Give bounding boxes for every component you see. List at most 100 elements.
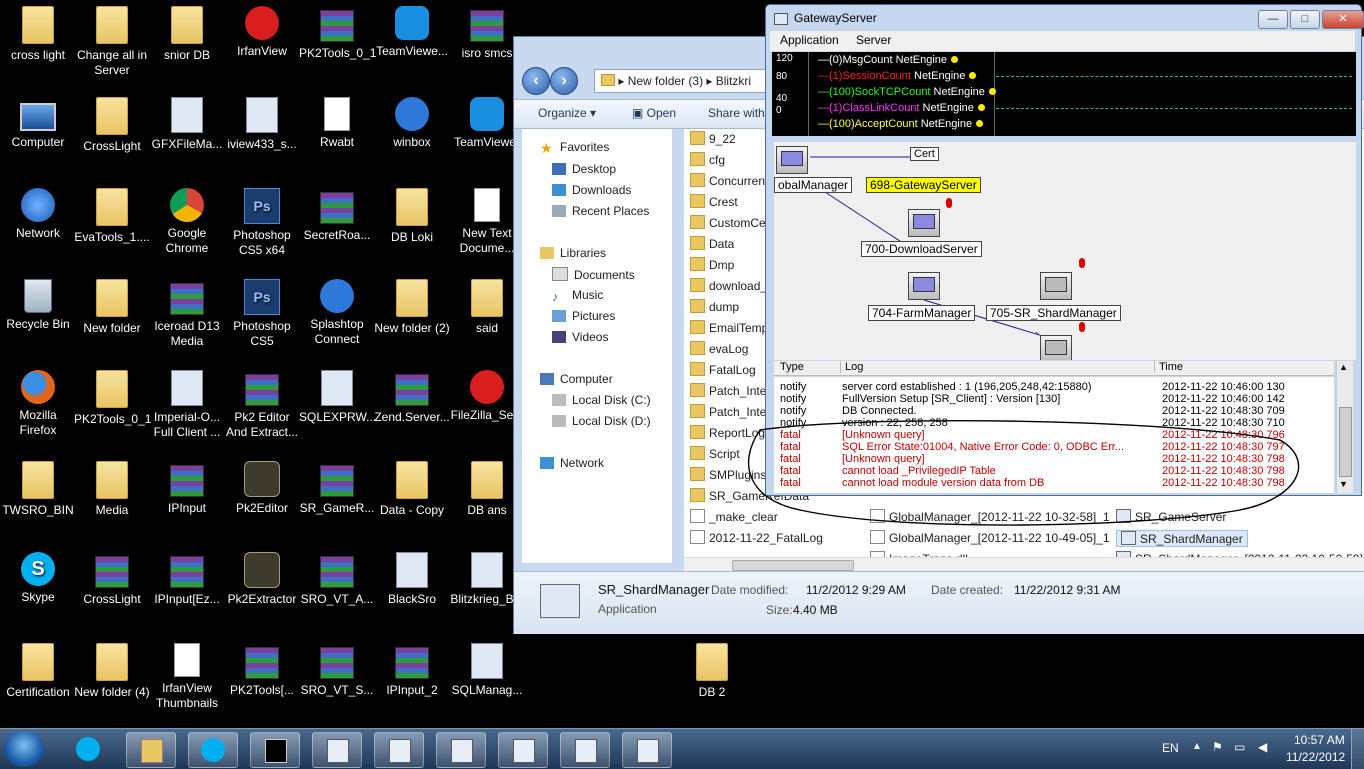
desktop-icon[interactable]: Pk2Editor	[224, 461, 300, 516]
desktop-icon[interactable]: TeamViewe...	[374, 6, 450, 59]
taskbar-button[interactable]	[622, 732, 672, 768]
nav-downloads[interactable]: Downloads	[552, 183, 631, 197]
back-button[interactable]: ‹	[522, 67, 550, 95]
language-indicator[interactable]: EN	[1162, 741, 1179, 755]
node-download-server[interactable]: 700-DownloadServer	[861, 241, 982, 257]
desktop-icon[interactable]: PK2Tools[...	[224, 643, 300, 698]
show-hidden-icons[interactable]: ▲	[1192, 741, 1202, 752]
nav-documents[interactable]: Documents	[552, 267, 635, 282]
desktop-icon[interactable]: IPInput[Ez...	[149, 552, 225, 607]
nav-pictures[interactable]: Pictures	[552, 309, 615, 323]
server-node-icon[interactable]	[1040, 335, 1072, 360]
column-type[interactable]: Type	[780, 361, 804, 373]
desktop-icon[interactable]: PK2Tools_0_1	[299, 6, 376, 61]
desktop-icon[interactable]: DB Loki	[374, 188, 450, 245]
desktop-icon[interactable]: Iceroad D13 Media	[149, 279, 225, 349]
column-log[interactable]: Log	[840, 361, 863, 373]
desktop-icon[interactable]: IPInput	[149, 461, 225, 516]
desktop-icon[interactable]: New folder (2)	[374, 279, 450, 336]
file-item[interactable]: cfg	[690, 152, 725, 167]
horizontal-scrollbar[interactable]	[684, 557, 1364, 572]
file-item[interactable]: Concurrent	[690, 173, 768, 188]
desktop-icon[interactable]: Mozilla Firefox	[0, 370, 76, 438]
nav-desktop[interactable]: Desktop	[552, 162, 616, 176]
vertical-scrollbar[interactable]: ▲ ▼	[1336, 361, 1353, 493]
scrollbar-thumb[interactable]	[1339, 407, 1352, 477]
taskbar-button[interactable]	[312, 732, 362, 768]
desktop-icon[interactable]: BlackSro	[374, 552, 450, 607]
desktop-icon[interactable]: S Skype	[0, 552, 76, 605]
file-item[interactable]: download_	[690, 278, 767, 293]
nav-favorites[interactable]: ★ Favorites	[540, 140, 609, 156]
desktop-icon[interactable]: Change all in Server	[74, 6, 150, 78]
desktop-icon[interactable]: Pk2 Editor And Extract...	[224, 370, 300, 440]
desktop-icon[interactable]: Media	[74, 461, 150, 518]
server-node-icon[interactable]	[776, 146, 808, 174]
column-time[interactable]: Time	[1154, 361, 1183, 373]
desktop-icon[interactable]: New folder	[74, 279, 150, 336]
menu-application[interactable]: Application	[780, 33, 839, 47]
desktop-icon[interactable]: IrfanView	[224, 6, 300, 59]
network-icon[interactable]: ▭	[1234, 740, 1245, 754]
desktop-icon[interactable]: IPInput_2	[374, 643, 450, 698]
log-row[interactable]: notify FullVersion Setup [SR_Client] : Ve…	[774, 393, 1334, 405]
taskbar-button[interactable]	[436, 732, 486, 768]
node-global-manager[interactable]: obalManager	[774, 177, 853, 193]
file-item[interactable]: FatalLog	[690, 362, 756, 377]
taskbar-button[interactable]	[498, 732, 548, 768]
forward-button[interactable]: ›	[550, 67, 578, 95]
nav-recent-places[interactable]: Recent Places	[552, 204, 649, 218]
desktop-icon[interactable]: Data - Copy	[374, 461, 450, 518]
file-item[interactable]: Dmp	[690, 257, 734, 272]
nav-local-disk-c[interactable]: Local Disk (C:)	[552, 393, 651, 407]
desktop-icon[interactable]: Splashtop Connect	[299, 279, 375, 347]
desktop-icon[interactable]: snior DB	[149, 6, 225, 63]
nav-local-disk-d[interactable]: Local Disk (D:)	[552, 414, 651, 428]
server-node-icon[interactable]	[1040, 272, 1072, 300]
desktop-icon[interactable]: CrossLight	[74, 97, 150, 154]
desktop-icon[interactable]: SQLManag...	[449, 643, 525, 698]
desktop-icon[interactable]: IrfanView Thumbnails	[149, 643, 225, 711]
file-item[interactable]: Data	[690, 236, 734, 251]
desktop-icon[interactable]: Rwabt	[299, 97, 375, 150]
action-center-icon[interactable]: ⚑	[1212, 740, 1223, 754]
desktop-icon[interactable]: GFXFileMa...	[149, 97, 225, 152]
scroll-up-arrow[interactable]: ▲	[1339, 362, 1348, 372]
log-row[interactable]: notify server cord established : 1 (196,2…	[774, 381, 1334, 393]
desktop-icon[interactable]: winbox	[374, 97, 450, 150]
breadcrumb-item[interactable]: New folder (3)	[628, 74, 703, 88]
minimize-button[interactable]: —	[1258, 10, 1288, 29]
node-shard-manager[interactable]: 705-SR_ShardManager	[986, 305, 1121, 321]
show-desktop-button[interactable]	[1351, 729, 1364, 769]
desktop-icon[interactable]: DB 2	[674, 643, 750, 700]
desktop-icon[interactable]: Pk2Extractor	[224, 552, 300, 607]
file-item[interactable]: CustomCe	[690, 215, 766, 230]
start-button[interactable]	[4, 731, 44, 767]
taskbar-button[interactable]	[64, 732, 112, 766]
clock-date[interactable]: 11/22/2012	[1286, 750, 1345, 764]
taskbar-button[interactable]	[374, 732, 424, 768]
share-with-button[interactable]: Share with	[708, 106, 765, 120]
desktop-icon[interactable]: cross light	[0, 6, 76, 63]
file-item[interactable]: evaLog	[690, 341, 748, 356]
close-button[interactable]: ✕	[1322, 10, 1364, 29]
desktop-icon[interactable]: Zend.Server...	[374, 370, 450, 425]
desktop-icon[interactable]: Ps Photoshop CS5	[224, 279, 300, 349]
scroll-down-arrow[interactable]: ▼	[1339, 479, 1348, 489]
file-item[interactable]: Script	[690, 446, 740, 461]
desktop-icon[interactable]: SQLEXPRW...	[299, 370, 376, 425]
desktop-icon[interactable]: SRO_VT_S...	[299, 643, 375, 698]
breadcrumb-item[interactable]: Blitzkri	[716, 74, 751, 88]
taskbar-button[interactable]	[188, 732, 238, 768]
clock-time[interactable]: 10:57 AM	[1294, 733, 1345, 747]
nav-music[interactable]: ♪ Music	[552, 288, 603, 304]
desktop-icon[interactable]: Computer	[0, 97, 76, 150]
desktop-icon[interactable]: Certification	[0, 643, 76, 700]
file-item[interactable]: Patch_Inter	[690, 383, 770, 398]
nav-videos[interactable]: Videos	[552, 330, 608, 344]
desktop-icon[interactable]: CrossLight	[74, 552, 150, 607]
server-node-icon[interactable]	[908, 272, 940, 300]
volume-icon[interactable]: ◀	[1258, 740, 1267, 754]
scrollbar-thumb[interactable]	[732, 560, 854, 571]
desktop-icon[interactable]: Network	[0, 188, 76, 241]
